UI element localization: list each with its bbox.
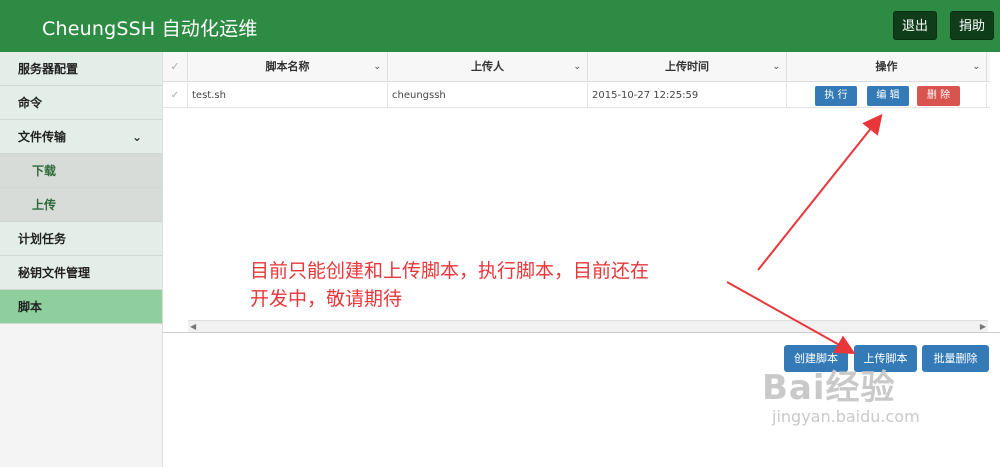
sidebar: 服务器配置 命令 文件传输 ⌄ 下载 上传 计划任务 秘钥文件管理 脚本 xyxy=(0,52,163,467)
sidebar-item-label: 下载 xyxy=(32,164,57,178)
select-all-checkbox[interactable]: ✓ xyxy=(163,52,188,82)
sidebar-item-label: 服务器配置 xyxy=(18,62,79,76)
column-header-time[interactable]: 上传时间 ⌄ xyxy=(588,52,787,82)
check-icon: ✓ xyxy=(170,90,180,101)
check-icon: ✓ xyxy=(170,60,180,73)
column-header-name[interactable]: 脚本名称 ⌄ xyxy=(188,52,388,82)
sidebar-item-scheduled-tasks[interactable]: 计划任务 xyxy=(0,222,162,256)
chevron-down-icon: ⌄ xyxy=(373,62,381,72)
column-header-label: 上传时间 xyxy=(665,60,709,73)
donate-button[interactable]: 捐助 xyxy=(950,11,995,40)
baidu-watermark: Bai经验 jingyan.baidu.com xyxy=(762,360,920,426)
cell-uploader: cheungssh xyxy=(388,83,588,108)
watermark-url: jingyan.baidu.com xyxy=(772,407,920,426)
sidebar-item-download[interactable]: 下载 xyxy=(0,154,162,188)
batch-delete-button[interactable]: 批量删除 xyxy=(922,345,989,372)
logout-button[interactable]: 退出 xyxy=(893,11,938,40)
delete-button[interactable]: 删 除 xyxy=(917,86,960,106)
chevron-down-icon: ⌄ xyxy=(131,130,142,144)
column-header-label: 操作 xyxy=(875,60,898,73)
sidebar-item-server-config[interactable]: 服务器配置 xyxy=(0,52,162,86)
row-checkbox[interactable]: ✓ xyxy=(163,83,188,108)
sidebar-item-label: 文件传输 xyxy=(18,130,67,144)
sidebar-item-label: 上传 xyxy=(32,198,57,212)
table-row[interactable]: ✓ test.sh cheungssh 2015-10-27 12:25:59 … xyxy=(163,83,990,108)
sidebar-item-command[interactable]: 命令 xyxy=(0,86,162,120)
sidebar-item-label: 脚本 xyxy=(18,300,43,314)
chevron-down-icon: ⌄ xyxy=(573,62,581,72)
sidebar-item-key-management[interactable]: 秘钥文件管理 xyxy=(0,256,162,290)
chevron-down-icon: ⌄ xyxy=(972,62,980,72)
horizontal-scrollbar[interactable]: ◀ ▶ xyxy=(188,320,988,332)
column-header-label: 脚本名称 xyxy=(265,60,310,73)
app-title: CheungSSH 自动化运维 xyxy=(42,18,258,40)
sidebar-item-label: 命令 xyxy=(18,96,43,110)
column-header-label: 上传人 xyxy=(471,60,504,73)
sidebar-item-scripts[interactable]: 脚本 xyxy=(0,290,162,324)
watermark-logo: Bai经验 xyxy=(762,368,896,408)
annotation-text: 目前只能创建和上传脚本，执行脚本，目前还在 开发中，敬请期待 xyxy=(250,257,750,313)
column-header-uploader[interactable]: 上传人 ⌄ xyxy=(388,52,588,82)
cell-script-name: test.sh xyxy=(188,83,388,108)
sidebar-item-file-transfer[interactable]: 文件传输 ⌄ xyxy=(0,120,162,154)
scroll-right-icon[interactable]: ▶ xyxy=(980,321,986,333)
cell-actions: 执 行 编 辑 删 除 xyxy=(787,83,987,108)
annotation-line-2: 开发中，敬请期待 xyxy=(250,288,403,310)
edit-button[interactable]: 编 辑 xyxy=(867,86,909,106)
scroll-left-icon[interactable]: ◀ xyxy=(190,321,196,333)
sidebar-item-label: 计划任务 xyxy=(18,232,67,246)
chevron-down-icon: ⌄ xyxy=(772,62,780,72)
table-header: ✓ 脚本名称 ⌄ 上传人 ⌄ 上传时间 ⌄ 操作 ⌄ xyxy=(163,52,990,82)
annotation-line-1: 目前只能创建和上传脚本，执行脚本，目前还在 xyxy=(250,260,650,282)
sidebar-item-label: 秘钥文件管理 xyxy=(18,266,91,280)
sidebar-item-upload[interactable]: 上传 xyxy=(0,188,162,222)
cell-upload-time: 2015-10-27 12:25:59 xyxy=(588,83,787,108)
top-bar: CheungSSH 自动化运维 退出 捐助 xyxy=(0,0,1000,52)
execute-button[interactable]: 执 行 xyxy=(815,86,857,106)
column-header-actions[interactable]: 操作 ⌄ xyxy=(787,52,987,82)
